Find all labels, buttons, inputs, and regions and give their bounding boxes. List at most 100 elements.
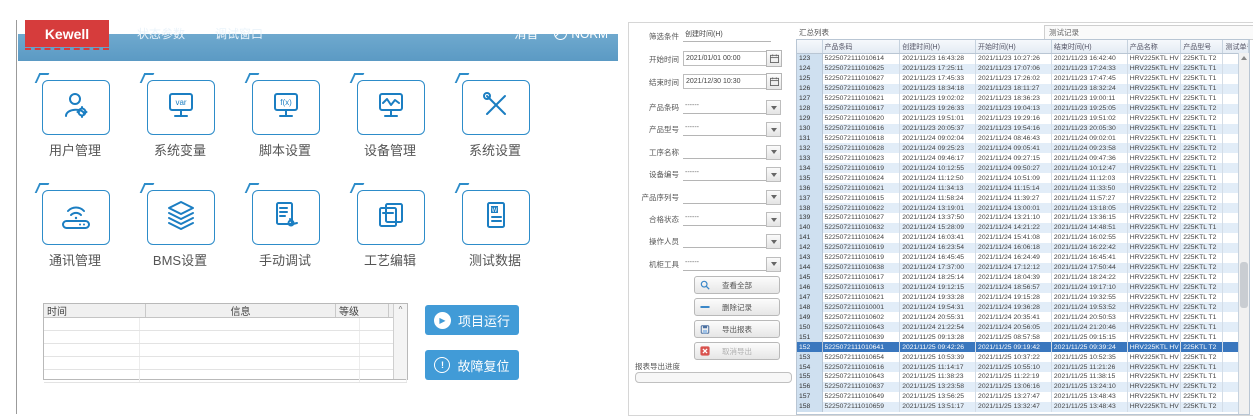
- chevron-down-icon[interactable]: [766, 190, 781, 205]
- table-row[interactable]: 15752250721110106492021/11/25 13:56:2520…: [797, 392, 1249, 402]
- table-row[interactable]: 12852250721110106172021/11/23 19:26:3320…: [797, 104, 1249, 114]
- filter-combo[interactable]: ------: [683, 211, 781, 226]
- results-col-header[interactable]: 产品型号: [1181, 40, 1223, 53]
- table-row[interactable]: 14352250721110106192021/11/24 16:45:4520…: [797, 253, 1249, 263]
- table-cell: 2021/11/24 11:33:50: [1052, 183, 1128, 193]
- filter-combo[interactable]: [683, 189, 781, 204]
- results-col-header[interactable]: 测试单号: [1223, 40, 1249, 53]
- module-card-monitor-wave[interactable]: [357, 80, 425, 135]
- results-col-header[interactable]: 产品名称: [1128, 40, 1181, 53]
- results-scrollbar[interactable]: [1238, 53, 1249, 414]
- module-label: BMS设置: [130, 250, 230, 269]
- table-cell: HRV225KTL HV: [1128, 143, 1181, 153]
- filter-combo[interactable]: ------: [683, 256, 781, 271]
- filter-combo[interactable]: [683, 233, 781, 248]
- table-row[interactable]: 14852250721110100012021/11/24 19:54:3120…: [797, 302, 1249, 312]
- table-row[interactable]: 14252250721110106192021/11/24 16:23:5420…: [797, 243, 1249, 253]
- minus-button[interactable]: 删除记录: [694, 298, 780, 316]
- chevron-down-icon[interactable]: [766, 212, 781, 227]
- chevron-down-icon[interactable]: [766, 234, 781, 249]
- monitor-fx-icon: f(x): [270, 89, 302, 126]
- table-row[interactable]: 15852250721110106592021/11/25 13:51:1720…: [797, 402, 1249, 412]
- table-row[interactable]: 14652250721110106132021/11/24 19:12:1520…: [797, 283, 1249, 293]
- table-row-selected[interactable]: 15252250721110106412021/11/25 09:42:2620…: [797, 342, 1249, 352]
- table-row[interactable]: 13652250721110106212021/11/24 11:34:1320…: [797, 183, 1249, 193]
- table-row[interactable]: 15352250721110106542021/11/25 10:53:3920…: [797, 352, 1249, 362]
- tab-debug-window[interactable]: 调试窗口: [203, 20, 275, 47]
- table-row[interactable]: 12552250721110106272021/11/23 17:45:3320…: [797, 74, 1249, 84]
- chevron-down-icon[interactable]: [766, 100, 781, 115]
- table-row[interactable]: 15152250721110106392021/11/25 09:13:2820…: [797, 332, 1249, 342]
- table-cell: 225KTL T2: [1181, 213, 1223, 223]
- results-scroll-up-icon[interactable]: [1239, 53, 1249, 63]
- table-row[interactable]: 14552250721110106172021/11/24 18:25:1420…: [797, 273, 1249, 283]
- row-number-cell: 132: [797, 143, 823, 153]
- table-row[interactable]: 13552250721110106242021/11/24 11:12:5020…: [797, 173, 1249, 183]
- tab-status-params[interactable]: 状态参数: [125, 20, 197, 47]
- table-row[interactable]: 14752250721110106212021/11/24 19:33:2820…: [797, 293, 1249, 303]
- table-row[interactable]: 13352250721110106232021/11/24 09:46:1720…: [797, 153, 1249, 163]
- start-time-input[interactable]: 2021/01/01 00:00: [683, 51, 769, 66]
- chevron-down-icon[interactable]: [766, 257, 781, 272]
- table-row[interactable]: 15652250721110106372021/11/25 13:23:5820…: [797, 382, 1249, 392]
- end-time-calendar-icon[interactable]: [766, 73, 782, 90]
- table-row[interactable]: 14452250721110106382021/11/24 17:37:0020…: [797, 263, 1249, 273]
- export-button[interactable]: 导出报表: [694, 320, 780, 338]
- end-time-input[interactable]: 2021/12/30 10:30: [683, 74, 769, 89]
- table-row[interactable]: 12952250721110106202021/11/23 19:51:0120…: [797, 114, 1249, 124]
- results-col-header[interactable]: 结束时间(H): [1052, 40, 1128, 53]
- results-col-header[interactable]: 创建时间(H): [900, 40, 976, 53]
- brand-tab[interactable]: Kewell: [25, 20, 109, 47]
- table-row[interactable]: 15552250721110106432021/11/25 11:38:2320…: [797, 372, 1249, 382]
- module-card-monitor-fx[interactable]: f(x): [252, 80, 320, 135]
- start-time-calendar-icon[interactable]: [766, 50, 782, 67]
- results-col-header[interactable]: 开始时间(H): [976, 40, 1052, 53]
- table-row[interactable]: 15052250721110106432021/11/24 21:22:5420…: [797, 322, 1249, 332]
- table-cell: 2021/11/24 20:50:53: [1052, 312, 1128, 322]
- module-card-wifi-router[interactable]: [42, 190, 110, 245]
- table-row[interactable]: 14952250721110106022021/11/24 20:55:3120…: [797, 312, 1249, 322]
- filter-combo[interactable]: [683, 144, 781, 159]
- table-row[interactable]: 12752250721110106212021/11/23 19:02:0220…: [797, 94, 1249, 104]
- chevron-down-icon[interactable]: [766, 167, 781, 182]
- module-card-layers[interactable]: [147, 190, 215, 245]
- results-scroll-thumb[interactable]: [1240, 262, 1248, 308]
- table-cell: 225KTL T1: [1181, 84, 1223, 94]
- results-col-header[interactable]: [797, 40, 823, 53]
- module-card-docs[interactable]: [357, 190, 425, 245]
- log-scroll-up-icon[interactable]: ^: [394, 304, 407, 316]
- table-row[interactable]: 13752250721110106152021/11/24 11:58:2420…: [797, 193, 1249, 203]
- module-card-monitor-var[interactable]: var: [147, 80, 215, 135]
- module-card-doc-hand[interactable]: [252, 190, 320, 245]
- mute-button[interactable]: 消音: [514, 25, 538, 42]
- table-row[interactable]: 13852250721110106222021/11/24 13:19:0120…: [797, 203, 1249, 213]
- log-scrollbar[interactable]: ^: [393, 304, 407, 379]
- search-button[interactable]: 查看全部: [694, 276, 780, 294]
- module-card-user-gear[interactable]: [42, 80, 110, 135]
- results-col-header[interactable]: 产品条码: [823, 40, 901, 53]
- table-row[interactable]: 12652250721110106232021/11/23 18:34:1820…: [797, 84, 1249, 94]
- table-row[interactable]: 13152250721110106182021/11/24 09:02:0420…: [797, 134, 1249, 144]
- table-row[interactable]: 13052250721110106162021/11/23 20:05:3720…: [797, 124, 1249, 134]
- chevron-down-icon[interactable]: [766, 145, 781, 160]
- module-card-doc-w[interactable]: W: [462, 190, 530, 245]
- filter-condition-value[interactable]: 创建时间(H): [683, 28, 771, 42]
- filter-combo[interactable]: ------: [683, 166, 781, 181]
- table-row[interactable]: 13452250721110106192021/11/24 10:12:5520…: [797, 163, 1249, 173]
- table-row[interactable]: 15452250721110106162021/11/25 11:14:1720…: [797, 362, 1249, 372]
- records-tab[interactable]: 测试记录: [1044, 25, 1253, 40]
- filter-combo[interactable]: ------: [683, 121, 781, 136]
- table-row[interactable]: 13952250721110106272021/11/24 13:37:5020…: [797, 213, 1249, 223]
- table-row[interactable]: 13252250721110106282021/11/24 09:25:2320…: [797, 143, 1249, 153]
- table-row[interactable]: 14052250721110106322021/11/24 15:28:0920…: [797, 223, 1249, 233]
- module-card-tools[interactable]: [462, 80, 530, 135]
- filter-combo[interactable]: ------: [683, 99, 781, 114]
- table-row[interactable]: 12452250721110106252021/11/23 17:25:1120…: [797, 64, 1249, 74]
- project-run-button[interactable]: ▶ 项目运行: [425, 305, 519, 335]
- chevron-down-icon[interactable]: [766, 122, 781, 137]
- table-cell: 2021/11/25 13:06:16: [976, 382, 1052, 392]
- table-row[interactable]: 14152250721110106242021/11/24 16:03:4120…: [797, 233, 1249, 243]
- cancel-button[interactable]: 取消导出: [694, 342, 780, 360]
- fault-reset-button[interactable]: ! 故障复位: [425, 350, 519, 380]
- table-row[interactable]: 12352250721110106142021/11/23 16:43:2820…: [797, 54, 1249, 64]
